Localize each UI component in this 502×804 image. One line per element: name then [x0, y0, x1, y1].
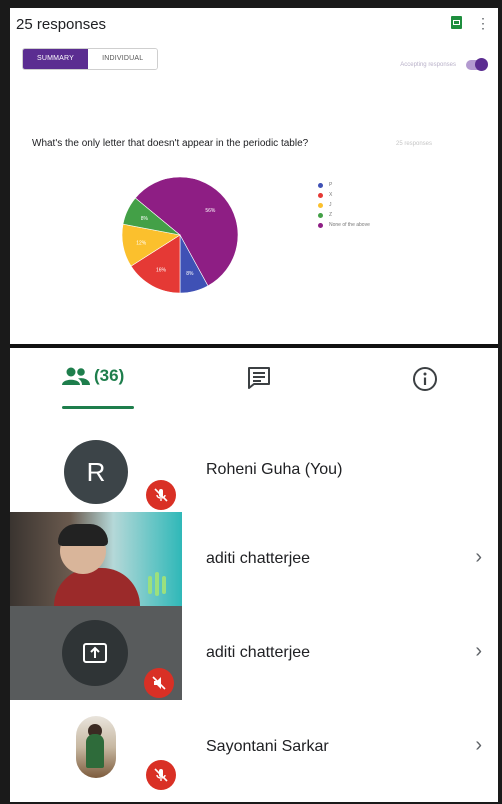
- pie-slice-label: 8%: [186, 271, 194, 277]
- legend-label: P: [329, 182, 333, 188]
- chevron-right-icon[interactable]: ›: [475, 640, 482, 663]
- pie-svg: 56% 8% 16% 12% 8%: [121, 176, 239, 294]
- accepting-responses-label: Accepting responses: [400, 62, 456, 68]
- participant-row[interactable]: aditi chatterjee ›: [10, 606, 498, 700]
- meet-participants-panel: (36) R Roheni Guha (You) aditi chatterje…: [10, 348, 498, 802]
- participant-name: Sayontani Sarkar: [206, 738, 329, 755]
- participant-name: Roheni Guha (You): [206, 461, 343, 478]
- legend-item: X: [318, 190, 370, 200]
- legend-swatch: [318, 182, 323, 188]
- tab-info[interactable]: [412, 366, 438, 392]
- people-count: (36): [94, 366, 125, 385]
- active-tab-indicator: [62, 406, 134, 409]
- legend-item: J: [318, 200, 370, 210]
- legend-label: Z: [329, 212, 333, 218]
- tab-summary[interactable]: SUMMARY: [23, 49, 89, 69]
- tab-individual[interactable]: INDIVIDUAL: [88, 49, 158, 69]
- summary-individual-tabs: SUMMARY INDIVIDUAL: [22, 48, 159, 70]
- forms-toolbar: ⋮: [451, 16, 490, 30]
- pie-chart: 56% 8% 16% 12% 8%: [118, 173, 242, 297]
- question-response-count: 25 responses: [396, 141, 433, 147]
- avatar: R: [64, 440, 128, 504]
- participant-row[interactable]: aditi chatterjee ›: [10, 512, 498, 606]
- legend-item: Z: [318, 210, 370, 220]
- pie-slice-label: 16%: [156, 268, 167, 274]
- video-person-hair: [58, 524, 108, 546]
- legend-swatch: [318, 192, 323, 198]
- sheets-icon[interactable]: [451, 16, 462, 29]
- pie-slice-label: 12%: [136, 240, 147, 246]
- accepting-responses-toggle[interactable]: [466, 58, 488, 71]
- people-icon: [62, 367, 90, 385]
- tab-people[interactable]: (36): [62, 366, 124, 386]
- participant-video-tile: [10, 512, 182, 606]
- mic-off-icon: [146, 480, 176, 510]
- pie-slice-label: 56%: [205, 208, 216, 214]
- responses-title: 25 responses: [16, 16, 107, 33]
- tab-chat[interactable]: [246, 366, 272, 390]
- chevron-right-icon[interactable]: ›: [475, 734, 482, 757]
- mic-off-icon: [144, 668, 174, 698]
- legend-swatch: [318, 202, 323, 208]
- participant-row[interactable]: Sayontani Sarkar ›: [10, 700, 498, 794]
- forms-responses-panel: 25 responses ⋮ SUMMARY INDIVIDUAL Accept…: [10, 8, 498, 348]
- meet-tabs: (36): [10, 348, 498, 412]
- mic-off-icon: [146, 760, 176, 790]
- presentation-tile: [10, 606, 182, 700]
- legend-label: J: [329, 202, 332, 208]
- question-title: What's the only letter that doesn't appe…: [32, 138, 309, 149]
- speaking-indicator-icon: [148, 572, 166, 596]
- participant-row[interactable]: R Roheni Guha (You): [10, 418, 498, 512]
- chevron-right-icon[interactable]: ›: [475, 546, 482, 569]
- legend-swatch: [318, 222, 323, 228]
- info-icon: [413, 367, 437, 391]
- participant-name: aditi chatterjee: [206, 644, 311, 661]
- legend-label: None of the above: [329, 222, 370, 228]
- legend-label: X: [329, 192, 333, 198]
- legend-item: P: [318, 180, 370, 190]
- chart-legend: P X J Z None of the above: [318, 180, 370, 230]
- screen: 25 responses ⋮ SUMMARY INDIVIDUAL Accept…: [10, 8, 498, 802]
- participant-name: aditi chatterjee: [206, 550, 311, 567]
- more-vert-icon[interactable]: ⋮: [476, 16, 490, 30]
- avatar: [76, 716, 116, 778]
- legend-swatch: [318, 212, 323, 218]
- chat-icon: [248, 367, 270, 389]
- present-screen-icon: [62, 620, 128, 686]
- pie-slice-label: 8%: [141, 216, 149, 222]
- legend-item: None of the above: [318, 220, 370, 230]
